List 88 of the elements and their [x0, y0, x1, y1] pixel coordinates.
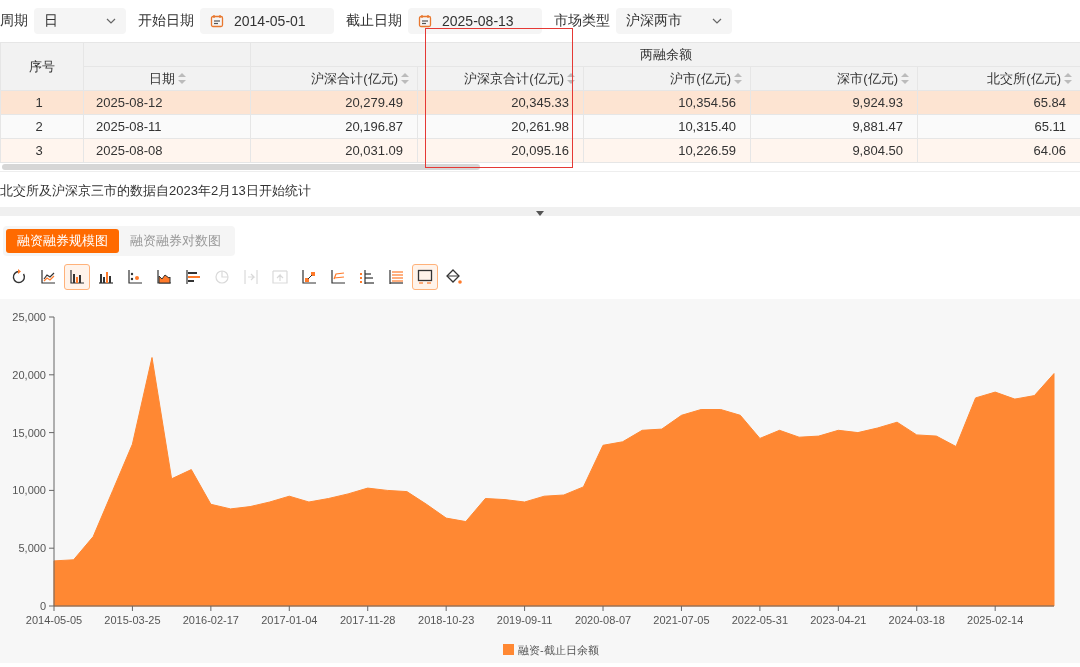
step-chart-icon: [301, 269, 317, 285]
legend-label[interactable]: 融资-截止日余额: [518, 644, 599, 656]
sort-icon: [567, 72, 575, 84]
table-cell: 65.11: [917, 114, 1080, 139]
y-axis-label: 10,000: [12, 484, 46, 497]
x-axis-label: 2018-10-23: [418, 614, 475, 626]
filter-label: 市场类型: [554, 12, 610, 30]
column-group-header: 两融余额: [250, 42, 1080, 67]
sort-icon: [1064, 72, 1072, 84]
table-cell: 1: [0, 90, 84, 115]
x-axis-label: 2020-08-07: [574, 614, 632, 626]
lines-icon: [388, 269, 404, 285]
note-text: 北交所及沪深京三市的数据自2023年2月13日开始统计: [0, 182, 312, 198]
filter-label: 开始日期: [138, 12, 194, 30]
column-header: 序号: [0, 42, 84, 91]
calendar-icon: [418, 14, 432, 28]
filter-label: 截止日期: [346, 12, 402, 30]
table-cell: 9,881.47: [750, 114, 918, 139]
collapse-caret-icon: [536, 211, 544, 216]
table-cell: 10,315.40: [583, 114, 751, 139]
arrow-up-icon: [272, 269, 288, 285]
x-axis-label: 2019-09-11: [496, 614, 553, 626]
table-cell: 10,354.56: [583, 90, 751, 115]
x-axis-label: 2014-05-05: [25, 614, 83, 626]
sort-icon: [177, 72, 186, 84]
table-row[interactable]: 1 2025-08-12 20,279.49 20,345.33 10,354.56 9,924.93 65.84: [0, 90, 1080, 115]
calendar-icon: [210, 14, 224, 28]
horizontal-bar-chart-icon: [185, 269, 201, 285]
chevron-down-icon: [712, 18, 722, 24]
y-axis-label: 25,000: [12, 311, 46, 323]
table-cell: 20,279.49: [250, 90, 418, 115]
table-row[interactable]: 3 2025-08-08 20,031.09 20,095.16 10,226.59 9,804.50 64.06: [0, 138, 1080, 163]
table-cell: 9,804.50: [750, 138, 918, 163]
monitor-icon: [417, 269, 433, 285]
pie-chart-icon: [214, 269, 230, 285]
line-chart-icon: [330, 269, 346, 285]
column-header[interactable]: 日期: [83, 66, 251, 91]
line-chart-icon: [40, 269, 56, 285]
table-cell: 9,924.93: [750, 90, 918, 115]
toolbar-button[interactable]: [64, 264, 90, 290]
y-axis-label: 5,000: [18, 542, 46, 555]
table-cell: 10,226.59: [583, 138, 751, 163]
table-cell: 2025-08-12: [83, 90, 251, 115]
column-header[interactable]: 沪深合计(亿元): [250, 66, 418, 91]
table-cell: 20,196.87: [250, 114, 418, 139]
table-cell: 2025-08-08: [83, 138, 251, 163]
table-cell: 65.84: [917, 90, 1080, 115]
x-axis-label: 2016-02-17: [182, 614, 239, 626]
table-cell: 2: [0, 114, 84, 139]
table-row[interactable]: 2 2025-08-11 20,196.87 20,261.98 10,315.40 9,881.47 65.11: [0, 114, 1080, 139]
toolbar-button[interactable]: [412, 264, 438, 290]
bar-chart-icon: [98, 269, 114, 285]
x-axis-label: 2024-03-18: [888, 614, 945, 626]
arrow-right-icon: [243, 269, 259, 285]
dropdown[interactable]: 沪深两市: [616, 8, 732, 34]
sort-icon: [734, 72, 742, 84]
x-axis-label: 2025-02-14: [967, 614, 1024, 626]
filter-label: 周期: [0, 12, 28, 30]
table-cell: 64.06: [917, 138, 1080, 163]
table-cell: 20,031.09: [250, 138, 418, 163]
x-axis-label: 2023-04-21: [810, 614, 867, 626]
scatter-chart-icon: [127, 269, 143, 285]
bar-chart-icon: [69, 269, 85, 285]
date-field[interactable]: 2025-08-13: [408, 8, 542, 34]
x-axis-label: 2015-03-25: [104, 614, 161, 626]
refresh-icon: [11, 269, 27, 285]
dropdown[interactable]: 日: [34, 8, 126, 34]
x-axis-label: 2021-07-05: [653, 614, 710, 626]
area-chart-icon: [156, 269, 172, 285]
scrollbar-thumb[interactable]: [2, 164, 480, 170]
column-header[interactable]: 深市(亿元): [750, 66, 918, 91]
table-cell: 3: [0, 138, 84, 163]
x-axis-label: 2022-05-31: [731, 614, 788, 626]
date-field[interactable]: 2014-05-01: [200, 8, 334, 34]
column-header[interactable]: 沪市(亿元): [583, 66, 751, 91]
table-cell: 2025-08-11: [83, 114, 251, 139]
y-axis-label: 20,000: [12, 368, 46, 381]
x-axis-label: 2017-11-28: [340, 614, 396, 626]
column-header[interactable]: 北交所(亿元): [917, 66, 1080, 91]
y-axis-label: 0: [39, 600, 46, 612]
paint-bucket-icon: [446, 269, 462, 285]
x-axis-label: 2017-01-04: [261, 614, 318, 626]
y-axis-label: 15,000: [12, 426, 46, 439]
list-chart-icon: [359, 269, 375, 285]
sort-icon: [901, 72, 909, 84]
sort-icon: [401, 72, 409, 84]
chevron-down-icon: [106, 18, 116, 24]
legend-swatch[interactable]: [503, 644, 514, 655]
